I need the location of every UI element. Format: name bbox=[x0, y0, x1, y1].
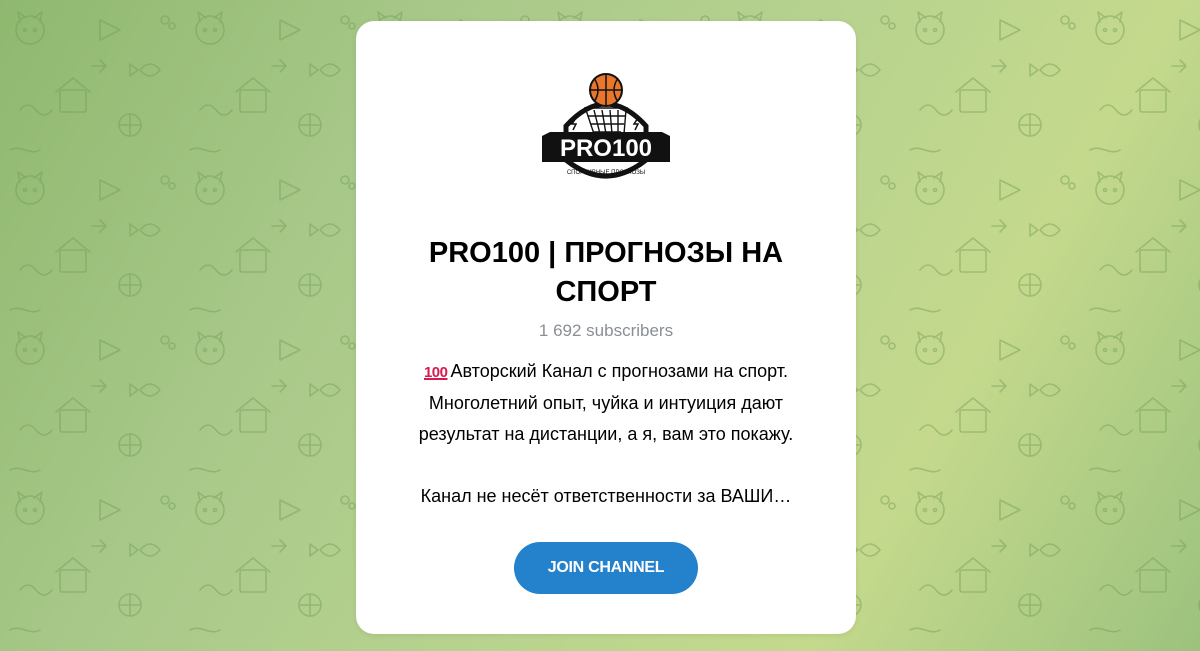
description-line: Многолетний опыт, чуйка и интуиция дают bbox=[428, 393, 784, 413]
channel-avatar: PRO100 СПОРТИВНЫЕ ПРОГНОЗЫ bbox=[536, 64, 676, 204]
description-line: 100 Авторский Канал с прогнозами на спорт… bbox=[386, 356, 826, 388]
description-line: Канал не несёт ответственности за ВАШИ… bbox=[420, 486, 792, 506]
hundred-points-icon: 100 bbox=[423, 364, 448, 381]
subscriber-count: 1 692 subscribers bbox=[538, 321, 674, 340]
pro100-basketball-logo-icon: PRO100 СПОРТИВНЫЕ ПРОГНОЗЫ bbox=[542, 73, 670, 179]
description-text: Авторский Канал с прогнозами на спорт. bbox=[450, 361, 789, 381]
channel-description: 100 Авторский Канал с прогнозами на спорт… bbox=[386, 356, 826, 512]
channel-title: PRO100 | ПРОГНОЗЫ НА СПОРТ bbox=[428, 237, 784, 308]
join-channel-button[interactable]: JOIN CHANNEL bbox=[514, 542, 698, 594]
logo-wordmark: PRO100 bbox=[560, 135, 652, 162]
description-line: результат на дистанции, а я, вам это пок… bbox=[418, 424, 794, 444]
logo-caption: СПОРТИВНЫЕ ПРОГНОЗЫ bbox=[567, 170, 645, 176]
channel-card: PRO100 СПОРТИВНЫЕ ПРОГНОЗЫ PRO100 | ПРОГ… bbox=[356, 21, 856, 634]
